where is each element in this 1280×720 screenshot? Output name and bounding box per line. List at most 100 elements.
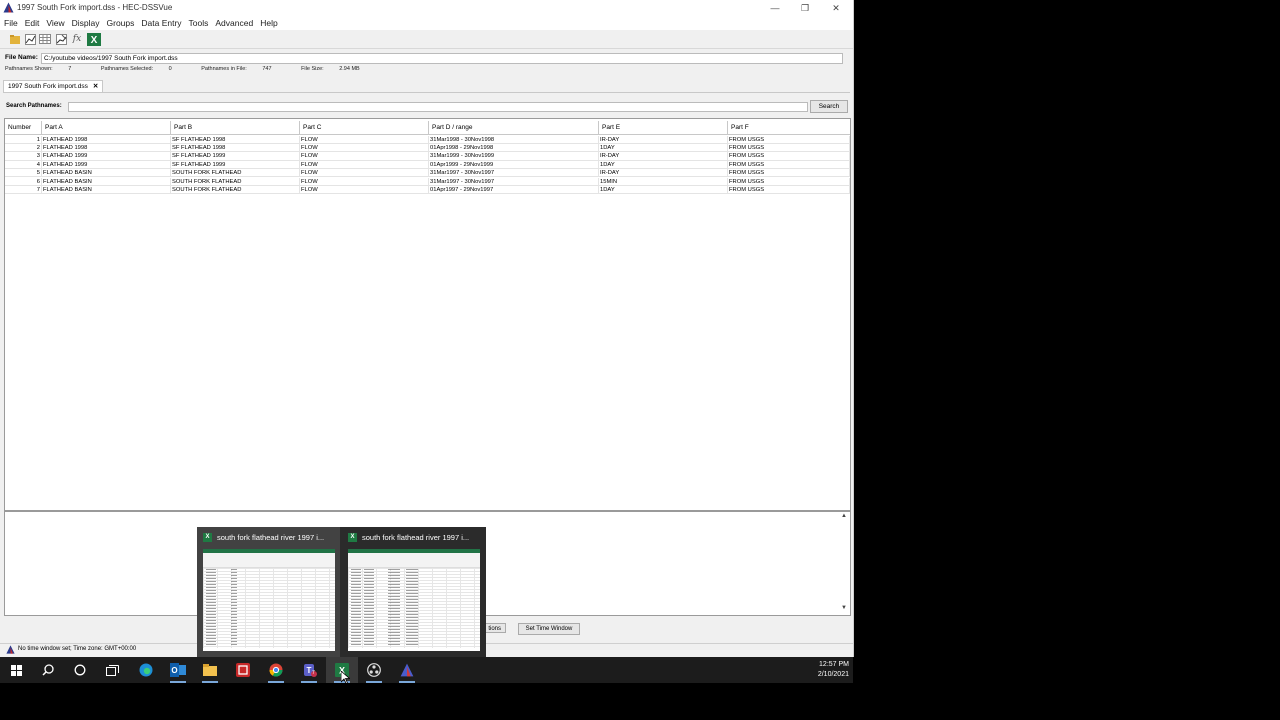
preview-window-2[interactable]: X south fork flathead river 1997 i... <box>342 527 485 657</box>
cell-part-e: IR-DAY <box>599 169 728 178</box>
hec-dssvue-icon[interactable] <box>391 657 423 683</box>
obs-icon[interactable] <box>358 657 390 683</box>
column-header-number[interactable]: Number <box>5 121 42 134</box>
windows-start-icon[interactable] <box>0 657 32 683</box>
cell-number: 3 <box>5 152 42 161</box>
cell-part-d: 31Mar1998 - 30Nov1998 <box>429 135 599 144</box>
tab-close-icon[interactable]: ✕ <box>93 83 98 90</box>
excel-small-icon: X <box>348 533 357 542</box>
edge-icon[interactable] <box>130 657 162 683</box>
table-row[interactable]: 1 FLATHEAD 1998 SF FLATHEAD 1998 FLOW 31… <box>5 135 850 144</box>
scroll-down-icon[interactable]: ▼ <box>841 605 847 611</box>
column-header-part-f[interactable]: Part F <box>728 121 850 134</box>
system-clock[interactable]: 12:57 PM 2/10/2021 <box>818 660 849 680</box>
tabulate-icon[interactable] <box>38 32 52 46</box>
cell-part-c: FLOW <box>300 152 429 161</box>
table-row[interactable]: 7 FLATHEAD BASIN SOUTH FORK FLATHEAD FLO… <box>5 185 850 195</box>
search-button[interactable]: Search <box>810 100 848 113</box>
preview-title: south fork flathead river 1997 i... <box>217 533 325 542</box>
excel-taskbar-preview: X south fork flathead river 1997 i... X … <box>197 527 486 657</box>
app-red-icon[interactable] <box>227 657 259 683</box>
cell-part-c: FLOW <box>300 177 429 186</box>
cell-part-d: 31Mar1997 - 30Nov1997 <box>429 169 599 178</box>
file-name-field[interactable]: C:/youtube videos/1997 South Fork import… <box>41 53 843 64</box>
pathnames-selected-label: Pathnames Selected: <box>100 66 154 72</box>
menu-help[interactable]: Help <box>257 16 280 30</box>
svg-text:T: T <box>307 666 312 675</box>
task-view-icon[interactable] <box>96 657 128 683</box>
cell-number: 2 <box>5 143 42 153</box>
table-row[interactable]: 3 FLATHEAD 1999 SF FLATHEAD 1999 FLOW 31… <box>5 152 850 161</box>
menu-tools[interactable]: Tools <box>186 16 212 30</box>
cortana-icon[interactable] <box>64 657 96 683</box>
column-header-part-d[interactable]: Part D / range <box>429 121 599 134</box>
cell-part-b: SOUTH FORK FLATHEAD <box>171 177 300 186</box>
table-row[interactable]: 4 FLATHEAD 1999 SF FLATHEAD 1999 FLOW 01… <box>5 160 850 170</box>
menu-groups[interactable]: Groups <box>104 16 138 30</box>
window-title: 1997 South Fork import.dss - HEC-DSSVue <box>17 3 173 12</box>
svg-text:O: O <box>171 666 177 675</box>
chrome-icon[interactable] <box>260 657 292 683</box>
column-header-part-b[interactable]: Part B <box>171 121 300 134</box>
svg-text:X: X <box>91 35 98 46</box>
pathname-table: Number Part A Part B Part C Part D / ran… <box>4 118 851 511</box>
cell-part-a: FLATHEAD 1998 <box>42 135 171 144</box>
cell-part-b: SOUTH FORK FLATHEAD <box>171 185 300 195</box>
preview-window-1[interactable]: X south fork flathead river 1997 i... <box>197 527 340 657</box>
clock-date: 2/10/2021 <box>817 671 849 678</box>
column-header-part-e[interactable]: Part E <box>599 121 728 134</box>
cell-part-a: FLATHEAD 1999 <box>42 160 171 170</box>
table-row[interactable]: 2 FLATHEAD 1998 SF FLATHEAD 1998 FLOW 01… <box>5 143 850 153</box>
scroll-up-icon[interactable]: ▲ <box>841 513 847 519</box>
cell-number: 1 <box>5 135 42 144</box>
preview-title: south fork flathead river 1997 i... <box>362 533 470 542</box>
excel-small-icon: X <box>203 533 212 542</box>
table-row[interactable]: 5 FLATHEAD BASIN SOUTH FORK FLATHEAD FLO… <box>5 169 850 178</box>
cell-part-f: FROM USGS <box>728 135 850 144</box>
mouse-cursor-icon <box>340 670 351 686</box>
cell-number: 6 <box>5 177 42 186</box>
search-icon[interactable] <box>32 657 64 683</box>
cell-part-c: FLOW <box>300 135 429 144</box>
menu-advanced[interactable]: Advanced <box>212 16 256 30</box>
cell-part-d: 31Mar1999 - 30Nov1999 <box>429 152 599 161</box>
menu-edit[interactable]: Edit <box>22 16 43 30</box>
edit-plot-icon[interactable] <box>54 32 68 46</box>
excel-export-icon[interactable]: X <box>86 32 102 46</box>
column-header-part-a[interactable]: Part A <box>42 121 171 134</box>
file-name-label: File Name: <box>5 54 38 61</box>
restore-button[interactable]: ❐ <box>790 0 820 16</box>
table-header: Number Part A Part B Part C Part D / ran… <box>5 121 850 135</box>
table-row[interactable]: 6 FLATHEAD BASIN SOUTH FORK FLATHEAD FLO… <box>5 177 850 186</box>
hec-logo-icon <box>6 645 15 656</box>
minimize-button[interactable]: — <box>760 0 790 16</box>
menu-file[interactable]: File <box>1 16 21 30</box>
math-functions-icon[interactable]: fx <box>70 32 84 46</box>
cell-part-c: FLOW <box>300 160 429 170</box>
cell-part-e: 15MIN <box>599 177 728 186</box>
pathnames-in-file-value: 747 <box>262 66 272 72</box>
menu-display[interactable]: Display <box>69 16 103 30</box>
plot-icon[interactable] <box>23 32 37 46</box>
preview-thumbnail <box>348 549 480 651</box>
menu-view[interactable]: View <box>43 16 67 30</box>
close-button[interactable]: ✕ <box>821 0 851 16</box>
file-explorer-icon[interactable] <box>194 657 226 683</box>
open-folder-icon[interactable] <box>8 32 22 46</box>
search-pathnames-input[interactable] <box>68 102 808 112</box>
preview-thumbnail <box>203 549 335 651</box>
cell-number: 4 <box>5 160 42 170</box>
teams-badge: 7 <box>312 670 315 676</box>
search-pathnames-label: Search Pathnames: <box>6 103 62 109</box>
menu-data-entry[interactable]: Data Entry <box>138 16 184 30</box>
tab-divider <box>3 92 850 93</box>
cell-part-e: 1DAY <box>599 185 728 195</box>
set-time-window-button[interactable]: Set Time Window <box>518 623 580 635</box>
column-header-part-c[interactable]: Part C <box>300 121 429 134</box>
status-message: No time window set; Time zone: GMT+00:00 <box>18 646 137 652</box>
outlook-icon[interactable]: O <box>162 657 194 683</box>
pathnames-in-file-label: Pathnames in File: <box>201 66 247 72</box>
cell-part-f: FROM USGS <box>728 185 850 195</box>
cell-part-b: SF FLATHEAD 1999 <box>171 152 300 161</box>
teams-icon[interactable]: T 7 <box>293 657 325 683</box>
